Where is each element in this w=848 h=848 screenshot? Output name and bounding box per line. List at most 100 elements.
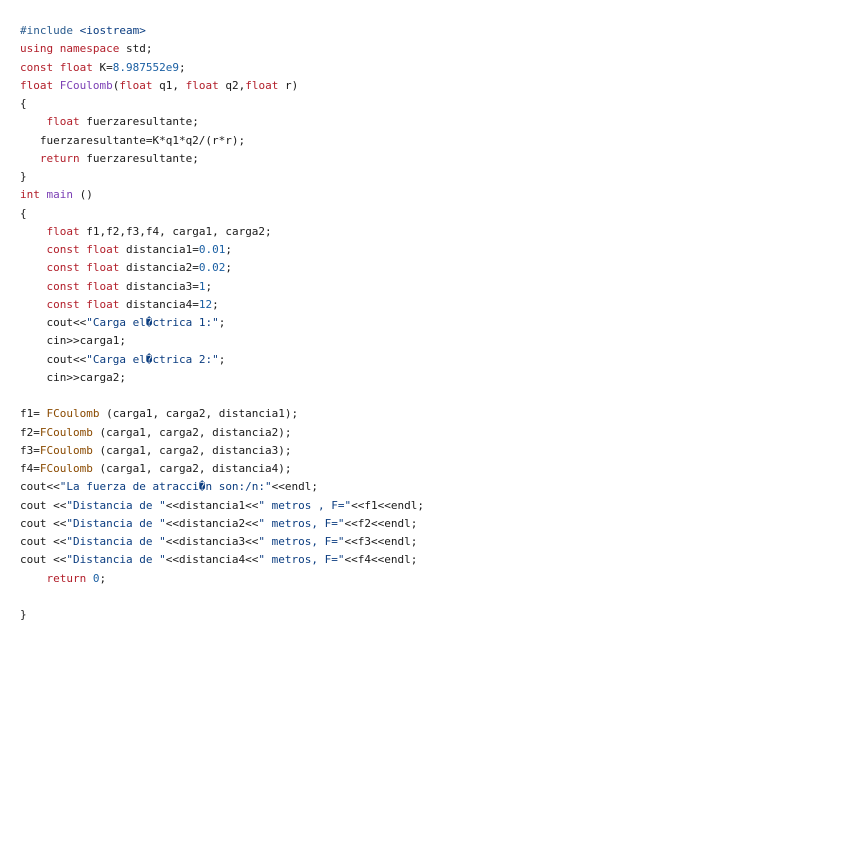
code-token: using <box>20 42 54 56</box>
code-token: r) <box>278 78 299 92</box>
code-token: q2, <box>218 78 246 92</box>
code-token: FCoulomb <box>59 78 113 92</box>
code-token: cin>>carga1; <box>20 334 126 348</box>
code-line: f1= FCoulomb (carga1, carga2, distancia1… <box>20 405 840 423</box>
code-token: FCoulomb <box>46 407 100 421</box>
code-token: 12 <box>198 297 213 311</box>
code-token: q1, <box>152 78 186 92</box>
code-token: return <box>46 571 87 585</box>
code-token: cout<< <box>20 316 87 329</box>
code-token: cout << <box>20 553 67 567</box>
code-token: float <box>86 243 120 256</box>
code-token: cout<< <box>20 352 87 366</box>
code-view: #include <iostream> using namespace std; c… <box>20 22 840 624</box>
code-token: FCoulomb <box>39 443 93 457</box>
code-line: int main () <box>20 186 840 204</box>
code-line: float fuerzaresultante; <box>20 113 840 131</box>
code-line: { <box>20 95 840 113</box>
code-line: const float distancia2=0.02; <box>20 259 840 277</box>
code-line: #include <iostream> <box>20 22 840 40</box>
code-token: int <box>20 188 40 202</box>
code-token: float <box>20 78 54 92</box>
code-token: <<distancia4<< <box>165 553 259 567</box>
code-token: "La fuerza de atracci�n son:/n:" <box>59 480 272 494</box>
code-token: <<distancia3<< <box>165 535 259 548</box>
code-token: std; <box>119 42 153 56</box>
code-line: cout <<"Distancia de "<<distancia2<<" me… <box>20 515 840 533</box>
code-token: cin>>carga2; <box>20 370 126 384</box>
code-token: 0.01 <box>198 243 226 256</box>
code-token: const <box>46 279 80 293</box>
code-token: f2= <box>20 425 40 439</box>
code-token: main <box>46 188 74 202</box>
code-token: " metros, F=" <box>258 535 345 548</box>
code-token: FCoulomb <box>39 425 93 439</box>
code-token: { <box>20 206 27 220</box>
code-token: "Carga el�ctrica 2:" <box>86 352 219 366</box>
code-token: cout<< <box>20 480 60 494</box>
code-token: fuerzaresultante=K*q1*q2/(r*r); <box>20 133 246 147</box>
code-token: { <box>20 97 27 110</box>
code-line: float f1,f2,f3,f4, carga1, carga2; <box>20 223 840 241</box>
code-token: <<f2<<endl; <box>344 516 418 530</box>
code-token: ; <box>212 297 219 311</box>
code-line: } <box>20 606 840 624</box>
code-token: cout << <box>20 498 67 512</box>
code-token: 0 <box>92 571 100 585</box>
code-token: ; <box>225 261 232 275</box>
code-token: } <box>20 608 27 621</box>
code-token: distancia2= <box>119 261 199 275</box>
code-line: cin>>carga2; <box>20 369 840 387</box>
code-token: float <box>46 224 80 238</box>
code-line: cout <<"Distancia de "<<distancia3<<" me… <box>20 533 840 551</box>
code-token: 0.02 <box>198 261 226 275</box>
code-token: "Distancia de " <box>66 516 166 530</box>
code-token: float <box>86 261 120 275</box>
code-token: const <box>46 297 80 311</box>
code-token: return <box>39 151 80 165</box>
code-line: cout<<"La fuerza de atracci�n son:/n:"<<… <box>20 478 840 496</box>
code-token: f1= <box>20 407 47 421</box>
code-line: return fuerzaresultante; <box>20 150 840 168</box>
code-token: distancia3= <box>119 279 199 293</box>
code-token: ; <box>218 352 226 366</box>
code-line: cout<<"Carga el�ctrica 1:"; <box>20 314 840 332</box>
code-line: using namespace std; <box>20 40 840 58</box>
code-token: (carga1, carga2, distancia1); <box>99 407 299 421</box>
code-token: float <box>59 60 93 74</box>
code-token: <<endl; <box>271 480 319 494</box>
code-token: <<f1<<endl; <box>351 498 424 512</box>
code-token: (carga1, carga2, distancia3); <box>92 443 292 457</box>
code-line: return 0; <box>20 570 840 588</box>
code-token: fuerzaresultante; <box>79 151 199 165</box>
code-token: " metros , F=" <box>258 498 352 512</box>
code-line: float FCoulomb(float q1, float q2,float … <box>20 77 840 95</box>
code-token: <<f3<<endl; <box>344 535 418 548</box>
code-token: " metros, F=" <box>258 516 345 530</box>
code-line: cout<<"Carga el�ctrica 2:"; <box>20 351 840 369</box>
code-token: f3= <box>20 443 40 457</box>
code-token: FCoulomb <box>39 462 93 475</box>
code-token: #include <box>20 24 73 37</box>
code-line: const float K=8.987552e9; <box>20 59 840 77</box>
code-line: cout <<"Distancia de "<<distancia1<<" me… <box>20 497 840 515</box>
code-token: ; <box>205 279 213 293</box>
code-token: float <box>119 78 153 92</box>
code-token: cout << <box>20 516 67 530</box>
code-token: float <box>185 78 219 92</box>
code-line: f4=FCoulomb (carga1, carga2, distancia4)… <box>20 460 840 478</box>
code-token: float <box>86 297 120 311</box>
code-line: fuerzaresultante=K*q1*q2/(r*r); <box>20 132 840 150</box>
code-token: float <box>46 115 80 129</box>
code-token: <<distancia2<< <box>165 516 259 530</box>
